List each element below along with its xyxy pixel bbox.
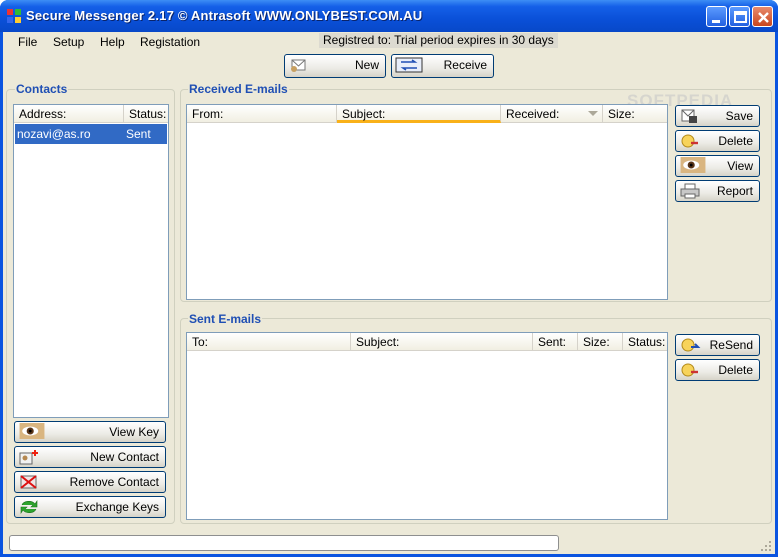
- contacts-list-header: Address: Status:: [14, 105, 168, 123]
- title-bar[interactable]: Secure Messenger 2.17 © Antrasoft WWW.ON…: [0, 0, 778, 32]
- column-sent-subject[interactable]: Subject:: [351, 333, 533, 351]
- column-status[interactable]: Status:: [124, 105, 168, 123]
- minimize-icon: [712, 20, 720, 23]
- receive-button[interactable]: Receive: [391, 54, 494, 78]
- received-list[interactable]: From: Subject: Received: Size:: [186, 104, 668, 300]
- delete-sent-button[interactable]: Delete: [675, 359, 760, 381]
- column-subject[interactable]: Subject:: [337, 105, 501, 123]
- remove-contact-button[interactable]: Remove Contact: [14, 471, 166, 493]
- delete-received-label: Delete: [718, 134, 753, 148]
- new-button-label: New: [354, 58, 379, 72]
- received-list-header: From: Subject: Received: Size:: [187, 105, 667, 123]
- resend-icon: [681, 338, 701, 352]
- minimize-button[interactable]: [706, 6, 727, 27]
- app-window: Secure Messenger 2.17 © Antrasoft WWW.ON…: [0, 0, 778, 557]
- view-button[interactable]: View: [675, 155, 760, 177]
- remove-contact-icon: [20, 475, 37, 489]
- eye-key-icon: [19, 423, 45, 439]
- close-button[interactable]: [752, 6, 773, 27]
- receive-button-label: Receive: [443, 58, 487, 72]
- contact-status: Sent: [126, 127, 151, 141]
- save-button[interactable]: Save: [675, 105, 760, 127]
- menu-help[interactable]: Help: [100, 35, 125, 49]
- printer-icon: [680, 183, 700, 199]
- save-label: Save: [725, 109, 753, 123]
- view-key-label: View Key: [109, 425, 159, 439]
- column-from[interactable]: From:: [187, 105, 337, 123]
- delete-message-icon: [681, 134, 698, 148]
- column-sent[interactable]: Sent:: [533, 333, 578, 351]
- column-sent-size[interactable]: Size:: [578, 333, 623, 351]
- close-icon: [758, 12, 769, 23]
- resend-button[interactable]: ReSend: [675, 334, 760, 356]
- status-bar: [9, 535, 559, 551]
- maximize-icon: [734, 11, 747, 23]
- menu-setup[interactable]: Setup: [53, 35, 84, 49]
- add-contact-icon: [19, 450, 38, 465]
- exchange-keys-icon: [20, 500, 38, 514]
- new-button[interactable]: New: [284, 54, 386, 78]
- contact-row[interactable]: nozavi@as.ro Sent: [15, 124, 167, 144]
- window-title: Secure Messenger 2.17 © Antrasoft WWW.ON…: [26, 8, 423, 23]
- exchange-keys-button[interactable]: Exchange Keys: [14, 496, 166, 518]
- sent-list-header: To: Subject: Sent: Size: Status:: [187, 333, 667, 351]
- new-contact-button[interactable]: New Contact: [14, 446, 166, 468]
- delete-sent-label: Delete: [718, 363, 753, 377]
- resize-grip-icon[interactable]: [760, 540, 772, 552]
- menu-registration[interactable]: Registation: [140, 35, 200, 49]
- view-label: View: [727, 159, 753, 173]
- sent-title: Sent E-mails: [188, 312, 263, 326]
- view-key-button[interactable]: View Key: [14, 421, 166, 443]
- save-message-icon: [681, 109, 697, 123]
- remove-contact-label: Remove Contact: [69, 475, 159, 489]
- menu-file[interactable]: File: [18, 35, 37, 49]
- sent-list[interactable]: To: Subject: Sent: Size: Status:: [186, 332, 668, 520]
- column-size[interactable]: Size:: [603, 105, 667, 123]
- new-contact-label: New Contact: [90, 450, 159, 464]
- receive-icon: [395, 57, 423, 73]
- contacts-list[interactable]: Address: Status: nozavi@as.ro Sent: [13, 104, 169, 418]
- menu-bar: File Setup Help Registation Registred to…: [3, 32, 775, 52]
- column-address[interactable]: Address:: [14, 105, 124, 123]
- contacts-title: Contacts: [15, 82, 69, 96]
- delete-received-button[interactable]: Delete: [675, 130, 760, 152]
- maximize-button[interactable]: [729, 6, 750, 27]
- column-to[interactable]: To:: [187, 333, 351, 351]
- exchange-keys-label: Exchange Keys: [75, 500, 159, 514]
- column-sent-status[interactable]: Status:: [623, 333, 667, 351]
- eye-icon: [680, 157, 706, 173]
- report-label: Report: [716, 184, 753, 198]
- new-message-icon: [291, 59, 306, 72]
- report-button[interactable]: Report: [675, 180, 760, 202]
- registration-status: Registred to: Trial period expires in 30…: [319, 33, 558, 48]
- received-title: Received E-mails: [188, 82, 289, 96]
- sort-arrow-icon: [588, 111, 598, 116]
- resend-label: ReSend: [709, 338, 753, 352]
- contact-address: nozavi@as.ro: [17, 127, 91, 141]
- app-icon: [7, 9, 21, 23]
- client-area: File Setup Help Registation Registred to…: [3, 32, 775, 554]
- delete-sent-icon: [681, 363, 698, 377]
